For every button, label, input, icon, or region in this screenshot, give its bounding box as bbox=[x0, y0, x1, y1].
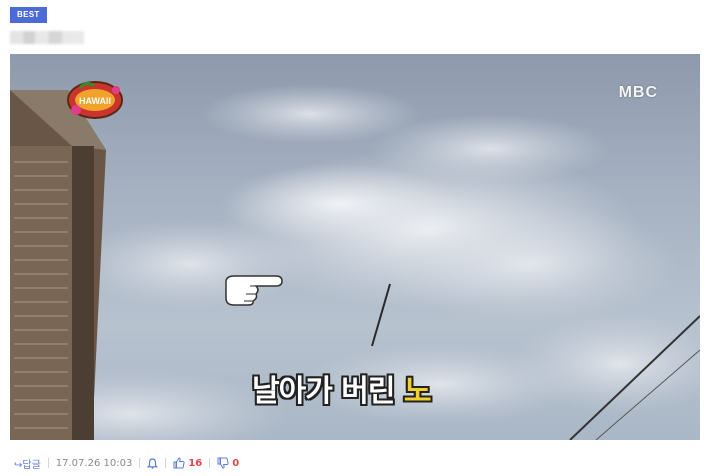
divider bbox=[139, 458, 141, 468]
bell-icon[interactable] bbox=[147, 457, 159, 469]
show-logo: HAWAII bbox=[66, 78, 124, 126]
divider bbox=[47, 458, 49, 468]
divider bbox=[209, 458, 211, 468]
reply-link[interactable]: ↪답글 bbox=[14, 456, 41, 471]
post-image[interactable]: HAWAII MBC 날아가 버린 노 bbox=[10, 54, 700, 440]
pointing-hand-icon bbox=[220, 268, 284, 312]
comment-meta-bar: ↪답글 17.07.26 10:03 16 0 bbox=[14, 454, 239, 472]
like-count: 16 bbox=[188, 457, 203, 469]
timestamp: 17.07.26 10:03 bbox=[55, 457, 133, 469]
thumbs-down-icon bbox=[217, 457, 229, 469]
divider bbox=[165, 458, 167, 468]
cloud bbox=[370, 114, 610, 184]
video-caption: 날아가 버린 노 bbox=[252, 366, 431, 410]
show-logo-text: HAWAII bbox=[79, 96, 111, 106]
like-button[interactable]: 16 bbox=[173, 457, 202, 469]
cloud bbox=[380, 204, 680, 324]
thumbs-up-icon bbox=[173, 457, 185, 469]
caption-main: 날아가 버린 bbox=[252, 374, 404, 409]
apartment-building bbox=[10, 90, 106, 440]
blurred-author-name bbox=[10, 31, 84, 44]
mbc-logo: MBC bbox=[618, 84, 658, 101]
dislike-count: 0 bbox=[232, 457, 240, 469]
caption-highlight: 노 bbox=[403, 374, 432, 409]
dislike-button[interactable]: 0 bbox=[217, 457, 239, 469]
best-badge: BEST bbox=[10, 7, 47, 23]
